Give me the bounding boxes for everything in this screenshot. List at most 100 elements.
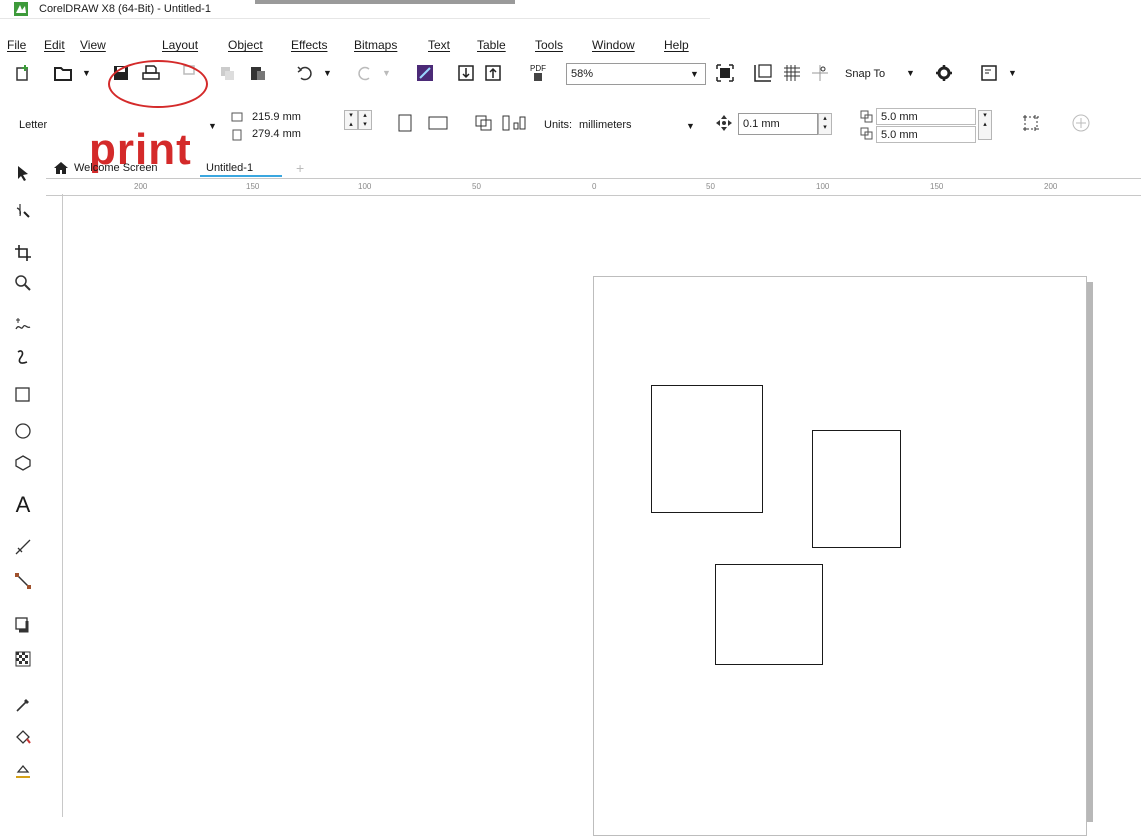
search-content-icon[interactable] <box>414 60 436 86</box>
page-width-field[interactable]: 215.9 mm <box>252 111 301 123</box>
print-highlight-circle <box>108 60 208 108</box>
window-edge-strip <box>255 0 515 4</box>
portrait-orientation-icon[interactable] <box>393 110 417 136</box>
nudge-distance-value: 0.1 mm <box>743 118 780 130</box>
rectangle-shape[interactable] <box>715 564 823 665</box>
menu-effects[interactable]: Effects <box>291 38 327 52</box>
drop-shadow-tool-icon[interactable] <box>10 612 36 638</box>
page-width-spinner[interactable]: ▾ ▴ <box>344 110 358 130</box>
publish-pdf-icon[interactable]: PDF <box>526 60 550 86</box>
undo-icon[interactable] <box>292 60 318 86</box>
units-chevron-icon[interactable]: ▼ <box>686 121 695 131</box>
coreldraw-logo-icon <box>14 2 28 16</box>
rectangle-shape[interactable] <box>651 385 763 513</box>
toolbox: A <box>0 160 46 817</box>
ruler-tick-label: 150 <box>930 182 944 191</box>
tab-welcome-screen[interactable]: Welcome Screen <box>74 162 158 174</box>
zoom-level-value: 58% <box>571 68 594 80</box>
menu-bitmaps[interactable]: Bitmaps <box>354 38 397 52</box>
text-tool-icon[interactable]: A <box>10 492 36 518</box>
show-grid-icon[interactable] <box>780 60 804 86</box>
page-size-chevron-icon[interactable]: ▼ <box>208 121 217 131</box>
page-shadow <box>1087 282 1093 822</box>
all-pages-icon[interactable] <box>472 110 496 136</box>
options-gear-icon[interactable] <box>932 60 956 86</box>
redo-dropdown-chevron-icon[interactable]: ▼ <box>382 68 391 78</box>
duplicate-spinner[interactable]: ▾ ▴ <box>978 110 992 140</box>
undo-dropdown-chevron-icon[interactable]: ▼ <box>323 68 332 78</box>
menu-view[interactable]: View <box>80 38 106 52</box>
launcher-chevron-icon[interactable]: ▼ <box>1008 68 1017 78</box>
units-select[interactable]: millimeters <box>579 119 632 131</box>
nudge-spinner[interactable]: ▴ ▾ <box>818 113 832 135</box>
copy-icon[interactable] <box>216 60 238 86</box>
polygon-tool-icon[interactable] <box>10 450 36 476</box>
ellipse-tool-icon[interactable] <box>10 418 36 444</box>
menu-bar: File Edit View Layout Object Effects Bit… <box>0 38 720 56</box>
rectangle-shape[interactable] <box>812 430 901 548</box>
zoom-level-field[interactable]: 58% <box>566 63 706 85</box>
menu-text[interactable]: Text <box>428 38 450 52</box>
duplicate-x-field[interactable]: 5.0 mm <box>876 108 976 125</box>
application-launcher-icon[interactable] <box>978 60 1000 86</box>
show-rulers-icon[interactable] <box>751 60 775 86</box>
export-icon[interactable] <box>482 60 504 86</box>
duplicate-x-value: 5.0 mm <box>881 110 918 123</box>
landscape-orientation-icon[interactable] <box>425 110 451 136</box>
page-height-field[interactable]: 279.4 mm <box>252 128 301 140</box>
add-preset-icon[interactable] <box>1068 110 1094 136</box>
open-dropdown-chevron-icon[interactable]: ▼ <box>82 68 91 78</box>
current-page-icon[interactable] <box>500 110 528 136</box>
connector-tool-icon[interactable] <box>10 568 36 594</box>
shape-tool-icon[interactable] <box>10 198 36 224</box>
rectangle-tool-icon[interactable] <box>10 382 36 408</box>
ruler-tick-label: 50 <box>706 182 715 191</box>
new-document-icon[interactable] <box>12 60 34 86</box>
menu-tools[interactable]: Tools <box>535 38 563 52</box>
nudge-distance-field[interactable]: 0.1 mm <box>738 113 818 135</box>
crop-tool-icon[interactable] <box>10 240 36 266</box>
menu-edit[interactable]: Edit <box>44 38 65 52</box>
menu-window[interactable]: Window <box>592 38 635 52</box>
menu-layout[interactable]: Layout <box>162 38 198 52</box>
page-height-icon <box>232 129 242 141</box>
nudge-distance-icon <box>712 110 736 136</box>
horizontal-ruler[interactable]: 200 150 100 50 0 50 100 150 200 <box>46 178 1141 196</box>
parallel-dimension-tool-icon[interactable] <box>10 534 36 560</box>
page-width-spinner-2[interactable]: ▴ ▾ <box>358 110 372 130</box>
tab-untitled-1[interactable]: Untitled-1 <box>206 162 253 174</box>
ruler-tick-label: 0 <box>592 182 597 191</box>
duplicate-y-icon <box>860 127 873 140</box>
bleed-icon[interactable] <box>1018 110 1044 136</box>
drawing-page[interactable] <box>593 276 1087 836</box>
snap-to-label[interactable]: Snap To <box>845 68 885 80</box>
show-guidelines-icon[interactable] <box>808 60 832 86</box>
color-eyedropper-tool-icon[interactable] <box>10 692 36 718</box>
full-screen-preview-icon[interactable] <box>714 60 736 86</box>
zoom-tool-icon[interactable] <box>10 270 36 296</box>
duplicate-y-field[interactable]: 5.0 mm <box>876 126 976 143</box>
artistic-media-tool-icon[interactable] <box>10 344 36 370</box>
menu-help[interactable]: Help <box>664 38 689 52</box>
active-tab-indicator <box>200 175 282 177</box>
pdf-label: PDF <box>530 64 546 73</box>
menu-object[interactable]: Object <box>228 38 263 52</box>
import-icon[interactable] <box>455 60 477 86</box>
transparency-tool-icon[interactable] <box>10 646 36 672</box>
menu-table[interactable]: Table <box>477 38 506 52</box>
paste-icon[interactable] <box>247 60 269 86</box>
redo-icon[interactable] <box>352 60 378 86</box>
menu-file[interactable]: File <box>7 38 26 52</box>
ruler-tick-label: 100 <box>358 182 372 191</box>
freehand-tool-icon[interactable] <box>10 312 36 338</box>
new-tab-plus-icon[interactable]: + <box>296 160 304 176</box>
window-title: CorelDRAW X8 (64-Bit) - Untitled-1 <box>39 3 211 15</box>
zoom-dropdown-chevron-icon[interactable]: ▼ <box>690 69 699 79</box>
vertical-ruler[interactable] <box>48 194 63 817</box>
pick-tool-icon[interactable] <box>10 160 36 186</box>
page-width-icon <box>231 112 243 122</box>
open-folder-icon[interactable] <box>52 60 74 86</box>
interactive-fill-tool-icon[interactable] <box>10 724 36 750</box>
snap-to-chevron-icon[interactable]: ▼ <box>906 68 915 78</box>
smart-fill-tool-icon[interactable] <box>10 758 36 784</box>
